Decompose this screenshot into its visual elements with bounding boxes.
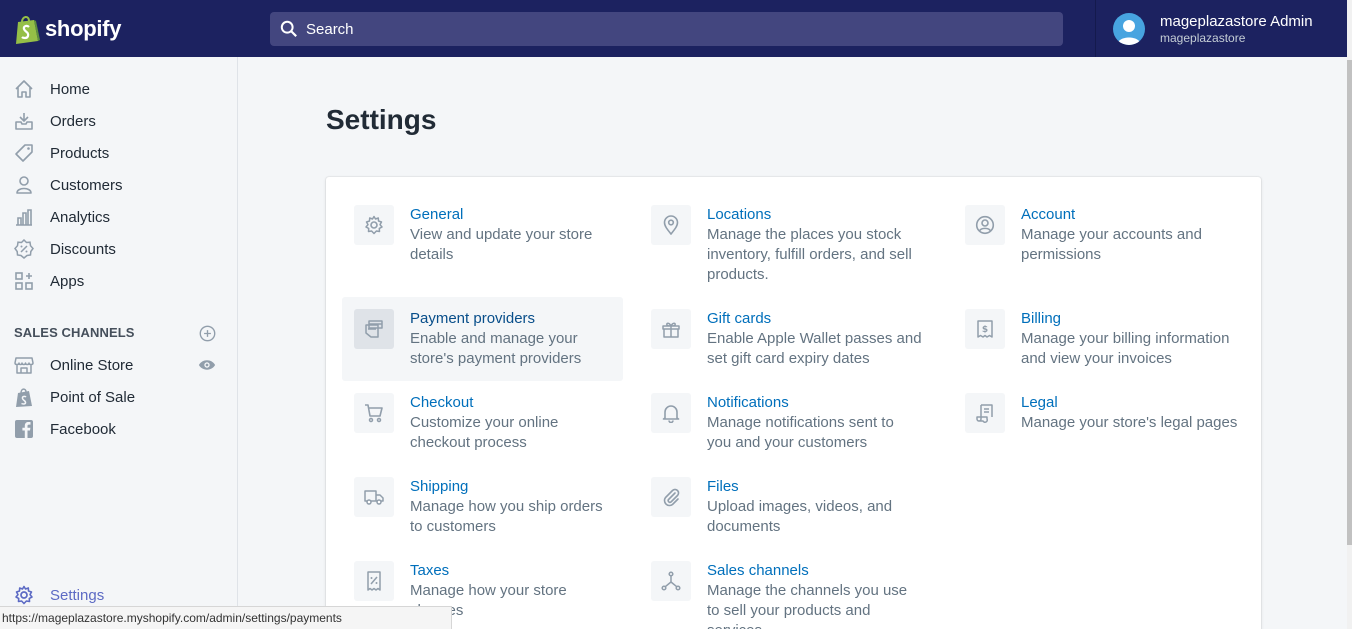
user-avatar-icon bbox=[1117, 19, 1141, 45]
bell-icon bbox=[662, 405, 680, 423]
tag-icon bbox=[15, 144, 33, 162]
user-store-name: mageplazastore bbox=[1160, 30, 1246, 45]
setting-locations[interactable]: Locations Manage the places you stock inv… bbox=[651, 205, 931, 285]
setting-title[interactable]: Checkout bbox=[410, 393, 614, 413]
scrollbar-thumb[interactable] bbox=[1347, 60, 1352, 545]
setting-title[interactable]: Shipping bbox=[410, 477, 614, 497]
sidebar-item-home[interactable]: Home bbox=[14, 77, 224, 101]
setting-description: Customize your online checkout process bbox=[410, 414, 559, 451]
pos-icon bbox=[16, 388, 32, 407]
setting-description: Manage your billing information and view… bbox=[1021, 330, 1230, 367]
apps-icon bbox=[15, 272, 33, 290]
sidebar-item-apps[interactable]: Apps bbox=[14, 269, 224, 293]
setting-sales-channels[interactable]: Sales channels Manage the channels you us… bbox=[651, 561, 931, 629]
setting-description: Manage your store's legal pages bbox=[1021, 414, 1238, 431]
sales-channels-heading: SALES CHANNELS bbox=[14, 325, 135, 340]
search-bar[interactable] bbox=[270, 12, 1063, 46]
setting-files[interactable]: Files Upload images, videos, and document… bbox=[651, 477, 931, 537]
setting-title[interactable]: General bbox=[410, 205, 610, 225]
setting-gift-cards[interactable]: Gift cards Enable Apple Wallet passes and… bbox=[651, 309, 931, 369]
payment-icon bbox=[365, 320, 383, 338]
gear-icon bbox=[365, 215, 383, 235]
setting-title[interactable]: Account bbox=[1021, 205, 1221, 225]
setting-description: Enable Apple Wallet passes and set gift … bbox=[707, 330, 922, 367]
sidebar-item-discounts[interactable]: Discounts bbox=[14, 237, 224, 261]
setting-shipping[interactable]: Shipping Manage how you ship orders to cu… bbox=[354, 477, 614, 537]
setting-title[interactable]: Sales channels bbox=[707, 561, 922, 581]
paperclip-icon bbox=[663, 488, 680, 507]
shopify-logo[interactable]: shopify bbox=[14, 13, 121, 45]
brand-name: shopify bbox=[45, 16, 122, 41]
discount-icon bbox=[14, 239, 34, 259]
store-icon bbox=[14, 357, 34, 374]
setting-title[interactable]: Taxes bbox=[410, 561, 614, 581]
setting-checkout[interactable]: Checkout Customize your online checkout p… bbox=[354, 393, 614, 453]
account-icon bbox=[975, 215, 995, 235]
billing-icon: $ bbox=[977, 320, 993, 338]
orders-icon bbox=[15, 113, 33, 130]
person-icon bbox=[16, 176, 32, 194]
setting-description: Manage your accounts and permissions bbox=[1021, 226, 1202, 263]
user-name: mageplazastore Admin bbox=[1160, 12, 1313, 30]
add-sales-channel-icon[interactable] bbox=[199, 325, 216, 342]
setting-description: Manage notifications sent to you and you… bbox=[707, 414, 894, 451]
setting-title[interactable]: Billing bbox=[1021, 309, 1241, 329]
page-scrollbar[interactable] bbox=[1347, 0, 1352, 629]
setting-notifications[interactable]: Notifications Manage notifications sent t… bbox=[651, 393, 931, 453]
setting-title[interactable]: Files bbox=[707, 477, 922, 497]
search-icon bbox=[280, 20, 297, 37]
setting-title[interactable]: Locations bbox=[707, 205, 922, 225]
sidebar-item-facebook[interactable]: Facebook bbox=[14, 417, 224, 441]
sidebar-item-orders[interactable]: Orders bbox=[14, 109, 224, 133]
page-title: Settings bbox=[326, 104, 437, 135]
setting-general[interactable]: General View and update your store detail… bbox=[354, 205, 614, 265]
facebook-icon bbox=[15, 420, 33, 438]
setting-title[interactable]: Legal bbox=[1021, 393, 1241, 413]
user-menu[interactable]: mageplazastore Admin mageplazastore bbox=[1095, 0, 1347, 57]
setting-title[interactable]: Notifications bbox=[707, 393, 922, 413]
channels-icon bbox=[661, 571, 681, 591]
avatar bbox=[1113, 12, 1145, 45]
shopify-bag-icon bbox=[16, 16, 40, 44]
setting-title[interactable]: Payment providers bbox=[410, 309, 620, 329]
sidebar: Home Orders Products Customers Analytics… bbox=[0, 57, 238, 629]
svg-text:$: $ bbox=[982, 325, 988, 335]
setting-account[interactable]: Account Manage your accounts and permissi… bbox=[965, 205, 1245, 265]
settings-card: General View and update your store detail… bbox=[326, 177, 1261, 629]
tax-icon bbox=[367, 571, 381, 591]
search-input[interactable] bbox=[306, 20, 1006, 38]
sidebar-item-online-store[interactable]: Online Store bbox=[14, 353, 224, 377]
sidebar-item-settings[interactable]: Settings bbox=[14, 583, 224, 607]
setting-payment-providers[interactable]: Payment providers Enable and manage your … bbox=[342, 297, 623, 381]
main-content: Settings General View and update your sto… bbox=[238, 57, 1347, 629]
setting-description: Manage the channels you use to sell your… bbox=[707, 582, 908, 629]
setting-title[interactable]: Gift cards bbox=[707, 309, 931, 329]
sidebar-item-analytics[interactable]: Analytics bbox=[14, 205, 224, 229]
setting-description: Enable and manage your store's payment p… bbox=[410, 330, 582, 367]
setting-description: Upload images, videos, and documents bbox=[707, 498, 893, 535]
truck-icon bbox=[364, 490, 384, 505]
bar-chart-icon bbox=[16, 209, 32, 226]
gear-icon bbox=[15, 585, 33, 605]
home-icon bbox=[15, 80, 33, 98]
setting-billing[interactable]: $ Billing Manage your billing information… bbox=[965, 309, 1245, 369]
sidebar-item-products[interactable]: Products bbox=[14, 141, 224, 165]
gift-icon bbox=[662, 322, 680, 338]
browser-status-url: https://mageplazastore.myshopify.com/adm… bbox=[0, 606, 452, 629]
legal-icon bbox=[976, 404, 993, 423]
cart-icon bbox=[365, 404, 383, 423]
setting-description: Manage the places you stock inventory, f… bbox=[707, 226, 912, 283]
top-bar: shopify mageplazastore Admin mageplazast… bbox=[0, 0, 1347, 57]
sidebar-item-customers[interactable]: Customers bbox=[14, 173, 224, 197]
view-online-store-eye-icon[interactable] bbox=[198, 358, 216, 372]
sidebar-item-point-of-sale[interactable]: Point of Sale bbox=[14, 385, 224, 409]
setting-legal[interactable]: Legal Manage your store's legal pages bbox=[965, 393, 1245, 433]
setting-description: View and update your store details bbox=[410, 226, 593, 263]
setting-description: Manage how you ship orders to customers bbox=[410, 498, 603, 535]
location-pin-icon bbox=[663, 215, 679, 235]
